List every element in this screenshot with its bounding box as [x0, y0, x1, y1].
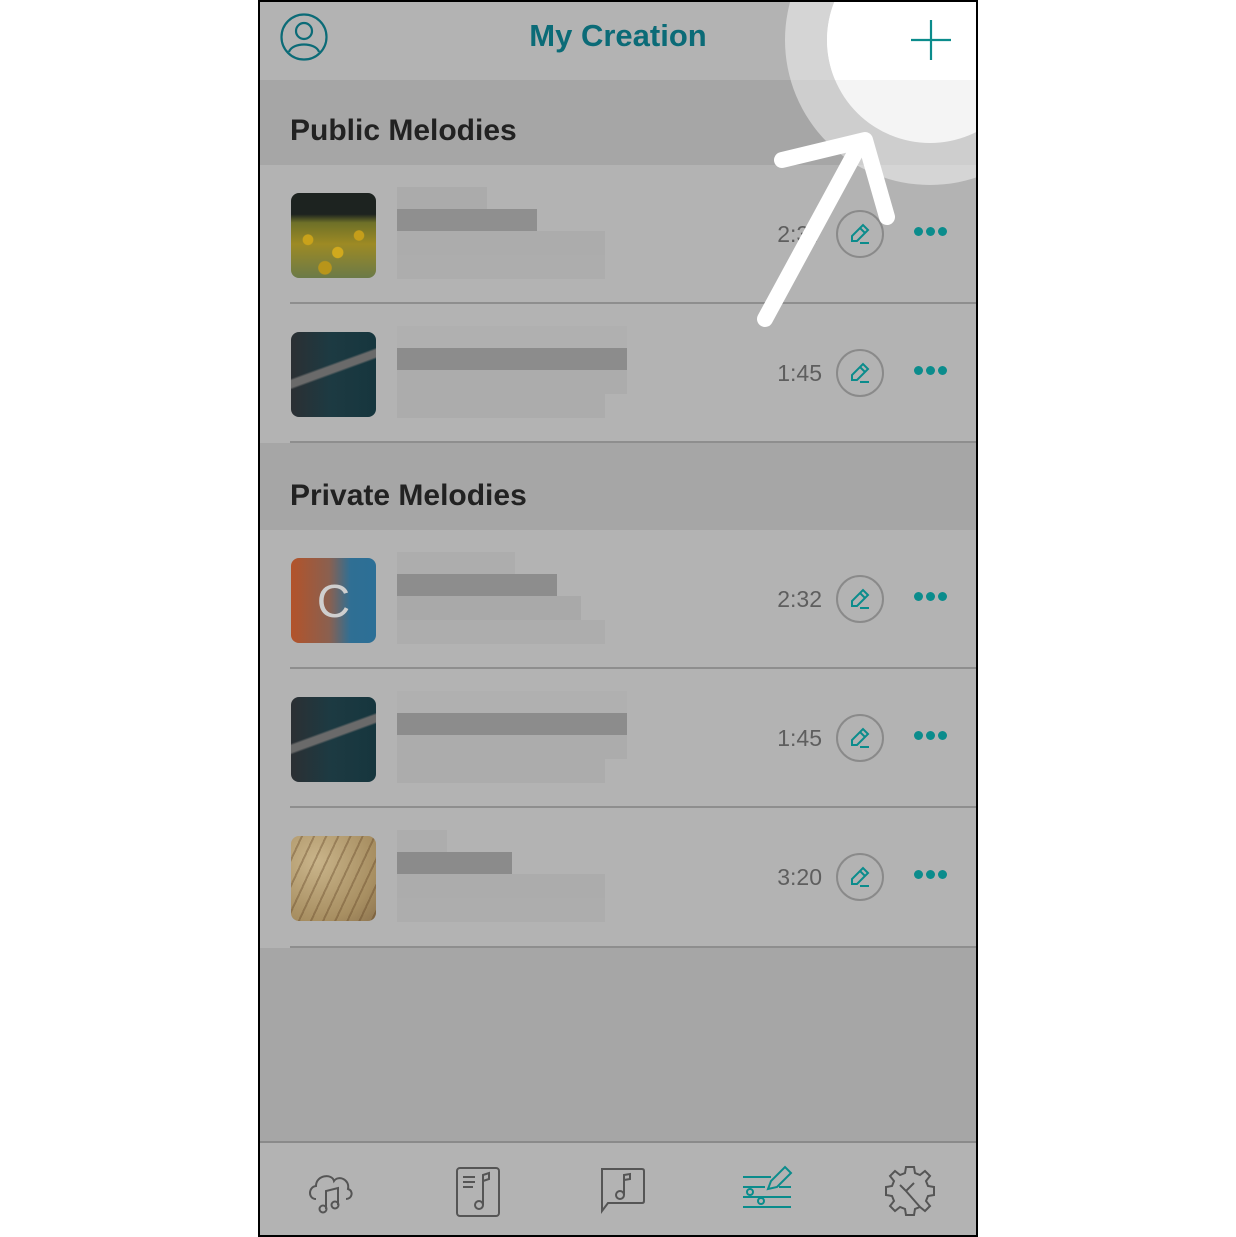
- thumbnail-guitar: [291, 332, 376, 417]
- thumbnail-letter-text: C: [316, 574, 351, 627]
- tab-bar: [260, 1141, 976, 1235]
- music-message-icon[interactable]: [594, 1163, 650, 1219]
- gear-wrench-icon[interactable]: [882, 1163, 938, 1219]
- cloud-music-icon[interactable]: [304, 1163, 360, 1219]
- section-header-private: Private Melodies: [260, 443, 976, 530]
- thumbnail-letter: C: [291, 558, 376, 643]
- thumbnail-guitar: [291, 697, 376, 782]
- row-divider: [290, 946, 976, 948]
- blurred-title: [397, 552, 637, 644]
- edit-button[interactable]: [836, 714, 884, 762]
- pencil-icon: [851, 727, 870, 748]
- pencil-icon: [851, 866, 870, 887]
- melody-row[interactable]: 3:20: [260, 808, 976, 948]
- phone-screen: My Creation Public Melodies 2:3? 1:45 Pr…: [258, 0, 978, 1237]
- duration: 1:45: [777, 360, 822, 386]
- blurred-title: [397, 691, 637, 783]
- more-button[interactable]: [914, 366, 948, 378]
- edit-button[interactable]: [836, 575, 884, 623]
- edit-button[interactable]: [836, 349, 884, 397]
- compose-sliders-icon[interactable]: [739, 1163, 795, 1219]
- melody-row[interactable]: C 2:32: [260, 530, 976, 669]
- thumbnail-sheet-music: [291, 836, 376, 921]
- pencil-icon: [851, 588, 870, 609]
- more-button[interactable]: [914, 870, 948, 882]
- duration: 1:45: [777, 725, 822, 751]
- duration: 2:32: [777, 586, 822, 612]
- arrow-icon: [757, 132, 895, 327]
- duration: 3:20: [777, 864, 822, 890]
- more-button[interactable]: [914, 592, 948, 604]
- music-sheet-icon[interactable]: [449, 1163, 505, 1219]
- edit-button[interactable]: [836, 853, 884, 901]
- melody-row[interactable]: 1:45: [260, 669, 976, 808]
- pencil-icon: [851, 362, 870, 383]
- section-title: Private Melodies: [290, 479, 527, 512]
- more-button[interactable]: [914, 731, 948, 743]
- blurred-title: [397, 830, 637, 922]
